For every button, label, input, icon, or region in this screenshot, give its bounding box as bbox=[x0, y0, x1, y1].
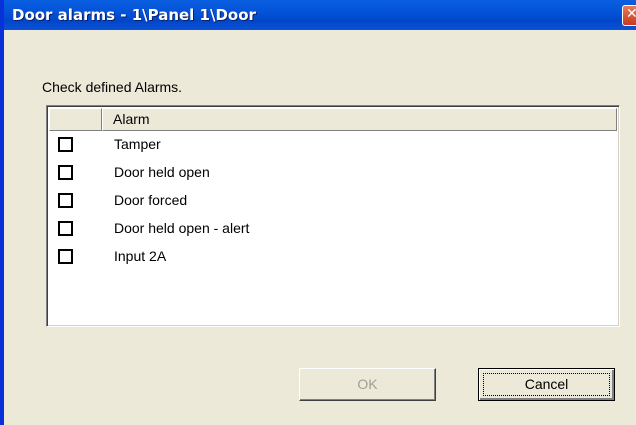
list-item[interactable]: Tamper bbox=[49, 134, 617, 158]
title-bar[interactable]: Door alarms - 1\Panel 1\Door bbox=[4, 0, 636, 30]
instruction-label: Check defined Alarms. bbox=[42, 79, 183, 95]
alarm-label: Door held open bbox=[114, 164, 210, 180]
alarm-list[interactable]: Alarm Tamper Door held open Door forced … bbox=[46, 105, 620, 327]
dialog-window: Door alarms - 1\Panel 1\Door ✕ Check def… bbox=[0, 0, 636, 425]
header-alarm-column[interactable]: Alarm bbox=[102, 108, 617, 131]
window-title: Door alarms - 1\Panel 1\Door bbox=[12, 6, 256, 24]
close-button[interactable]: ✕ bbox=[622, 5, 636, 26]
list-header: Alarm bbox=[49, 108, 617, 131]
list-item[interactable]: Input 2A bbox=[49, 246, 617, 270]
cancel-button-label: Cancel bbox=[524, 376, 569, 392]
ok-button[interactable]: OK bbox=[299, 368, 436, 401]
alarm-checkbox-door-held-open[interactable] bbox=[58, 165, 73, 180]
alarm-label: Input 2A bbox=[114, 248, 167, 264]
list-item[interactable]: Door forced bbox=[49, 190, 617, 214]
cancel-button[interactable]: Cancel bbox=[478, 368, 615, 401]
close-icon: ✕ bbox=[626, 6, 636, 22]
list-item[interactable]: Door held open - alert bbox=[49, 218, 617, 242]
alarm-checkbox-tamper[interactable] bbox=[58, 137, 73, 152]
alarm-checkbox-input-2a[interactable] bbox=[58, 249, 73, 264]
alarm-label: Door forced bbox=[114, 192, 188, 208]
list-item[interactable]: Door held open bbox=[49, 162, 617, 186]
alarm-label: Door held open - alert bbox=[114, 220, 250, 236]
alarm-label: Tamper bbox=[114, 136, 161, 152]
alarm-checkbox-door-held-open-alert[interactable] bbox=[58, 221, 73, 236]
alarm-checkbox-door-forced[interactable] bbox=[58, 193, 73, 208]
header-checkbox-column[interactable] bbox=[49, 108, 102, 131]
